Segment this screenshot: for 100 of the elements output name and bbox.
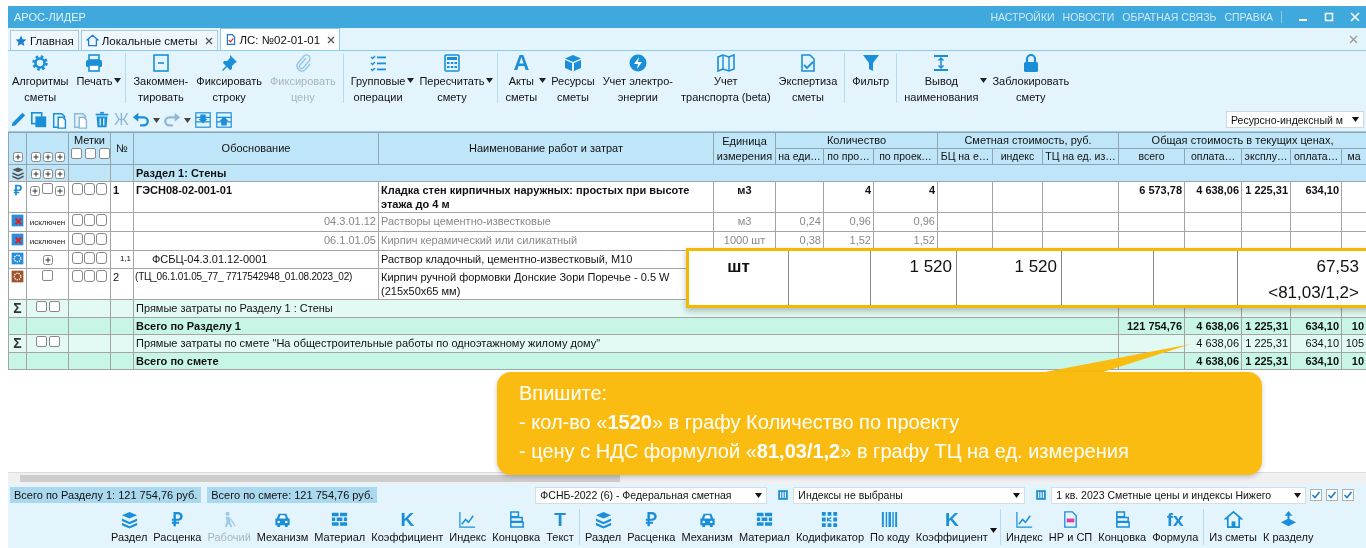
insert-button[interactable]: T Текст [543, 510, 577, 544]
ribbon-button[interactable]: Заблокировать смету [988, 53, 1074, 105]
insert-button[interactable]: Индекс [446, 510, 490, 544]
expand-icon[interactable] [42, 169, 53, 180]
norm-base-dropdown[interactable]: ФСНБ-2022 (6) - Федеральная сметная [535, 486, 768, 504]
insert-button[interactable]: K Коэффициент [368, 510, 447, 544]
ribbon-button[interactable]: Экспертиза сметы [774, 53, 842, 105]
checkbox[interactable] [96, 214, 107, 226]
column-header[interactable]: Единица измерения [713, 132, 776, 165]
ribbon-button[interactable]: Учет электро- энергии [598, 53, 677, 105]
expand-icon[interactable] [54, 152, 65, 163]
checkbox[interactable] [84, 270, 95, 282]
quantity-cell: 1 520 [909, 257, 952, 276]
ribbon-button[interactable]: Печать [72, 53, 123, 89]
ribbon-button[interactable]: Учет транспорта (beta) [677, 53, 775, 105]
tab[interactable]: ЛС: №02-01-01 [219, 28, 341, 50]
caret-icon[interactable] [989, 528, 997, 533]
caret-icon[interactable] [486, 78, 494, 83]
insert-button[interactable]: Раздел [581, 510, 625, 544]
insert-button[interactable]: Кодификатор [792, 510, 868, 544]
tab[interactable]: Главная [10, 30, 79, 50]
insert-button[interactable]: Механизм [253, 510, 312, 544]
price-dropdown[interactable]: 1 кв. 2023 Сметные цены и индексы Нижего [1051, 486, 1307, 504]
insert-button[interactable]: Раздел [108, 510, 151, 544]
insert-button[interactable]: ₽ Расценка [624, 510, 679, 544]
expand-icon[interactable] [30, 186, 40, 197]
insert-button[interactable]: К разделу [1260, 510, 1317, 544]
ribbon-button[interactable]: Ресурсы сметы [547, 53, 599, 105]
checkbox[interactable] [84, 252, 95, 264]
insert-button[interactable]: Механизм [678, 510, 736, 544]
close-icon[interactable] [327, 35, 336, 44]
insert-button[interactable]: fx Формула [1149, 510, 1202, 544]
checkbox[interactable] [1342, 489, 1355, 501]
insert-button[interactable]: Концовка [489, 510, 544, 544]
table-cell: 1 225,31 [1245, 337, 1289, 349]
expand-icon[interactable] [55, 186, 65, 197]
expand-icon[interactable] [42, 152, 53, 163]
index-dropdown[interactable]: Индексы не выбраны [793, 486, 1026, 504]
caret-icon[interactable] [980, 78, 988, 83]
maximize-icon[interactable] [1324, 12, 1334, 22]
square-icon [35, 301, 47, 312]
checkbox[interactable] [96, 270, 107, 282]
insert-button[interactable]: K Коэффициент [912, 510, 998, 544]
insert-button[interactable]: Концовка [1095, 510, 1150, 544]
insert-button[interactable]: Из сметы [1206, 510, 1261, 544]
checkbox[interactable] [1310, 489, 1323, 501]
table-cell: 121 754,76 [1126, 320, 1183, 332]
close-icon[interactable] [204, 36, 213, 45]
checkbox[interactable] [96, 233, 107, 245]
expand-icon[interactable] [30, 152, 41, 163]
checkbox[interactable] [72, 252, 83, 264]
insert-button[interactable]: Индекс [1002, 510, 1046, 544]
tab[interactable]: Локальные сметы [80, 30, 218, 50]
column-header[interactable]: Наименование работ и затрат [378, 132, 714, 165]
ribbon-button[interactable]: Фильтр [848, 53, 894, 89]
checkbox[interactable] [72, 214, 83, 226]
gear-icon [30, 53, 51, 73]
checkbox[interactable] [96, 252, 107, 264]
ribbon-button[interactable]: Групповые операции [346, 53, 416, 105]
checkbox[interactable] [84, 183, 95, 195]
column-header[interactable]: № [110, 132, 134, 165]
checkbox[interactable] [72, 270, 83, 282]
ribbon-button[interactable]: Алгоритмы сметы [8, 53, 73, 105]
caret-icon[interactable] [152, 117, 160, 123]
checkbox[interactable] [84, 214, 95, 226]
name-cell: Раствор кладочный, цементно-известковый, М10 [381, 253, 633, 265]
ribbon-button[interactable]: Вывод наименования [900, 53, 989, 105]
table-cell: 0,24 [799, 215, 821, 227]
checkbox[interactable] [1326, 489, 1339, 501]
table-cell: 634,10 [1305, 184, 1340, 196]
excluded-resource-icon [11, 233, 24, 246]
column-header[interactable]: Обоснование [133, 132, 379, 165]
insert-button[interactable]: НР и СП [1045, 510, 1096, 544]
checkbox[interactable] [72, 183, 83, 195]
code-cell: (ТЦ_06.1.01.05_77_ 7717542948_01.08.2023_02) [135, 271, 353, 282]
ribbon-button[interactable]: A Акты сметы [501, 53, 548, 105]
insert-button[interactable]: ₽ Расценка [150, 510, 205, 544]
checkbox[interactable] [84, 233, 95, 245]
ribbon-button[interactable]: Фиксировать строку [192, 53, 266, 105]
expand-icon[interactable] [42, 255, 53, 266]
caret-icon[interactable] [407, 78, 415, 83]
checkbox[interactable] [72, 233, 83, 245]
insert-button[interactable]: Материал [735, 510, 793, 544]
ribbon-button[interactable]: Пересчитать смету [415, 53, 495, 105]
expand-icon[interactable] [30, 169, 41, 180]
expand-icon[interactable] [54, 169, 65, 180]
caret-icon[interactable] [539, 78, 547, 83]
insert-button[interactable]: Материал [311, 510, 369, 544]
mode-dropdown[interactable]: Ресурсно-индексный м [1226, 111, 1364, 128]
table-cell: 1 225,31 [1245, 184, 1289, 196]
checkbox[interactable] [96, 183, 107, 195]
filter-icon [860, 53, 881, 73]
square-icon [35, 336, 47, 347]
caret-icon[interactable] [114, 78, 122, 83]
toolbar-button[interactable] [130, 111, 161, 129]
row-type-icon: Σ [13, 301, 22, 315]
ribbon-button[interactable]: Закоммен- тировать [129, 53, 193, 105]
app-title: АРОС-ЛИДЕР [14, 11, 86, 23]
expand-icon[interactable] [12, 152, 23, 163]
insert-button[interactable]: По коду [867, 510, 913, 544]
